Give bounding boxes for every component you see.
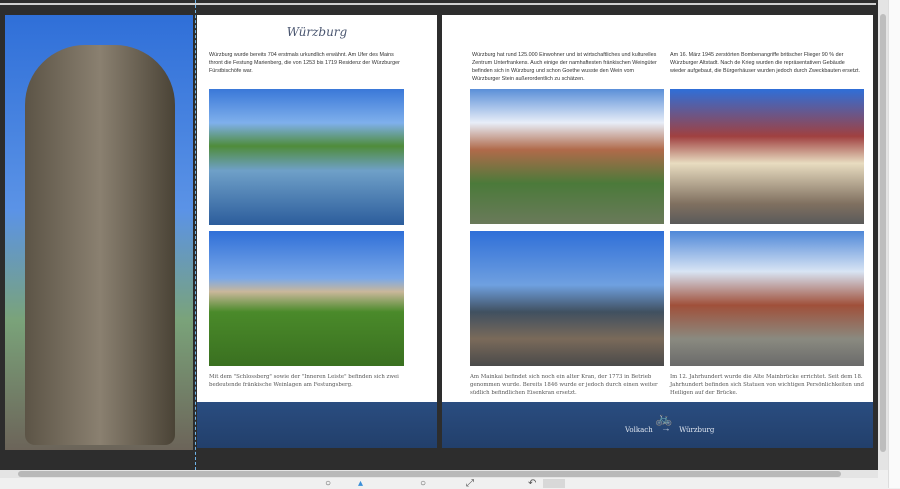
photo-old-crane[interactable] — [470, 231, 664, 366]
text-right[interactable]: Am 16. März 1945 zerstörten Bombenangrif… — [670, 51, 862, 75]
caption-crane[interactable]: Am Mainkai befindet sich noch ein alter … — [470, 373, 666, 397]
route-from: Volkach — [625, 426, 653, 434]
intro-text[interactable]: Würzburg wurde bereits 704 erstmals urku… — [209, 51, 409, 75]
side-panel — [888, 0, 900, 488]
statue-shape — [25, 45, 175, 445]
caption-bridge[interactable]: Im 12. Jahrhundert wurde die Alte Mainbr… — [670, 373, 866, 397]
editor-canvas[interactable]: Würzburg Würzburg wurde bereits 704 erst… — [0, 0, 878, 470]
cover-photo-statue[interactable] — [5, 15, 193, 450]
bottom-toolbar: ○ ▴ ○ ⤢ ↶ — [0, 478, 888, 489]
left-page[interactable]: Würzburg Würzburg wurde bereits 704 erst… — [197, 15, 437, 402]
route-label: Volkach ⇢ Würzburg — [625, 426, 714, 434]
top-ruler — [0, 3, 876, 5]
right-page[interactable]: Würzburg hat rund 125.000 Einwohner und … — [442, 15, 873, 402]
route-to: Würzburg — [679, 426, 715, 434]
vertical-scroll-thumb[interactable] — [880, 14, 886, 452]
vertical-scrollbar[interactable] — [878, 0, 888, 470]
toolbar-button[interactable] — [543, 479, 565, 488]
left-page-footer-band — [197, 402, 437, 448]
horizontal-scroll-thumb[interactable] — [18, 471, 841, 477]
photo-fortress-vineyard[interactable] — [209, 231, 404, 366]
arrow-icon: ⇢ — [662, 426, 669, 434]
photo-market-square[interactable] — [670, 89, 864, 224]
horizontal-scrollbar[interactable] — [0, 470, 878, 478]
text-left[interactable]: Würzburg hat rund 125.000 Einwohner und … — [472, 51, 662, 83]
caption-left[interactable]: Mit dem "Schlossberg" sowie der "Inneren… — [209, 373, 409, 389]
photo-old-bridge[interactable] — [670, 231, 864, 366]
spine-guide-line[interactable] — [195, 0, 196, 470]
photo-fortress-reflection[interactable] — [209, 89, 404, 225]
page-title: Würzburg — [286, 25, 348, 39]
photo-city-panorama[interactable] — [470, 89, 664, 224]
bicycle-icon: 🚲 — [655, 410, 673, 426]
